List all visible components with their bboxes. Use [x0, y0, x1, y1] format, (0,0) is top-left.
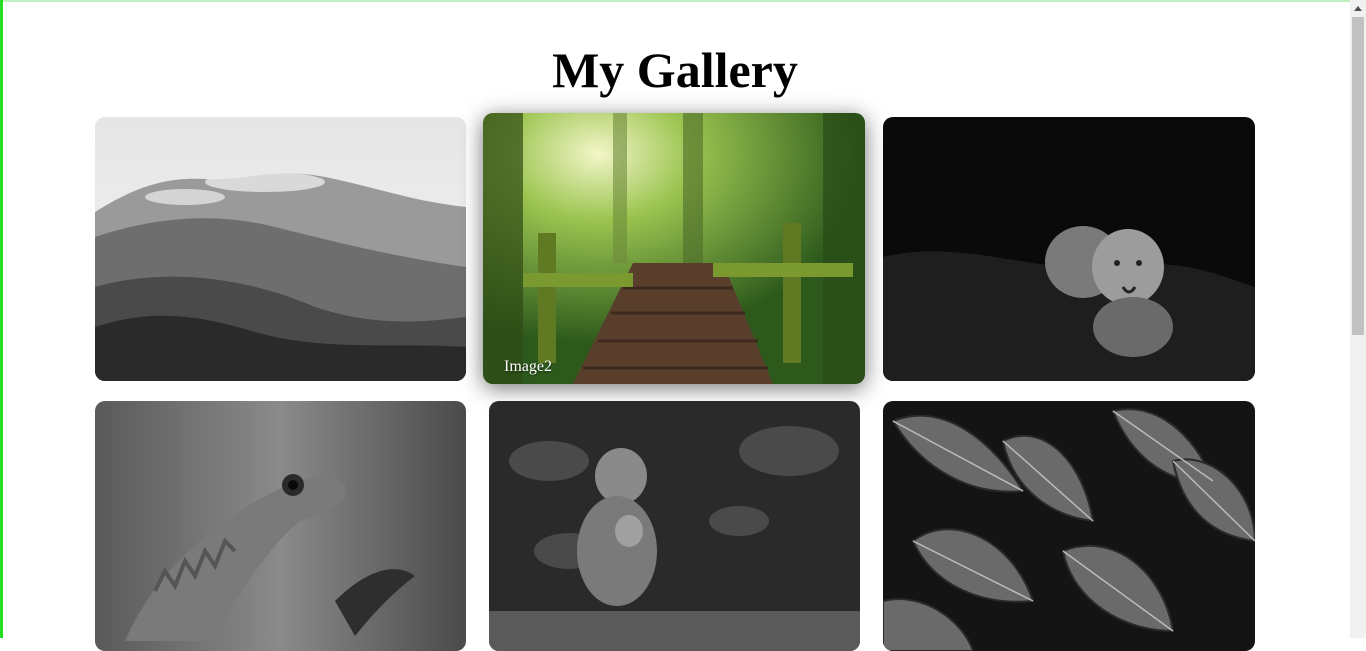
page-title: My Gallery [552, 42, 798, 98]
gallery-image-5[interactable] [489, 401, 860, 651]
hillside-photo [95, 117, 466, 381]
scrollbar-thumb[interactable] [1352, 17, 1364, 335]
gallery-image-3[interactable] [883, 117, 1255, 381]
gallery-image-2[interactable]: Image2 [483, 113, 865, 384]
gallery-image-6[interactable] [883, 401, 1255, 651]
gallery-image-1[interactable] [95, 117, 466, 381]
lizard-photo [95, 401, 466, 651]
monkeys-photo [489, 401, 860, 651]
image-caption: Image2 [504, 358, 552, 375]
scroll-up-arrow-icon[interactable] [1350, 0, 1366, 17]
vertical-scrollbar[interactable] [1350, 0, 1366, 638]
lionesses-photo [883, 117, 1255, 381]
gallery-image-4[interactable] [95, 401, 466, 651]
viewport-top-border [0, 0, 1350, 2]
leaves-photo [883, 401, 1255, 651]
forest-boardwalk-photo [483, 113, 865, 384]
